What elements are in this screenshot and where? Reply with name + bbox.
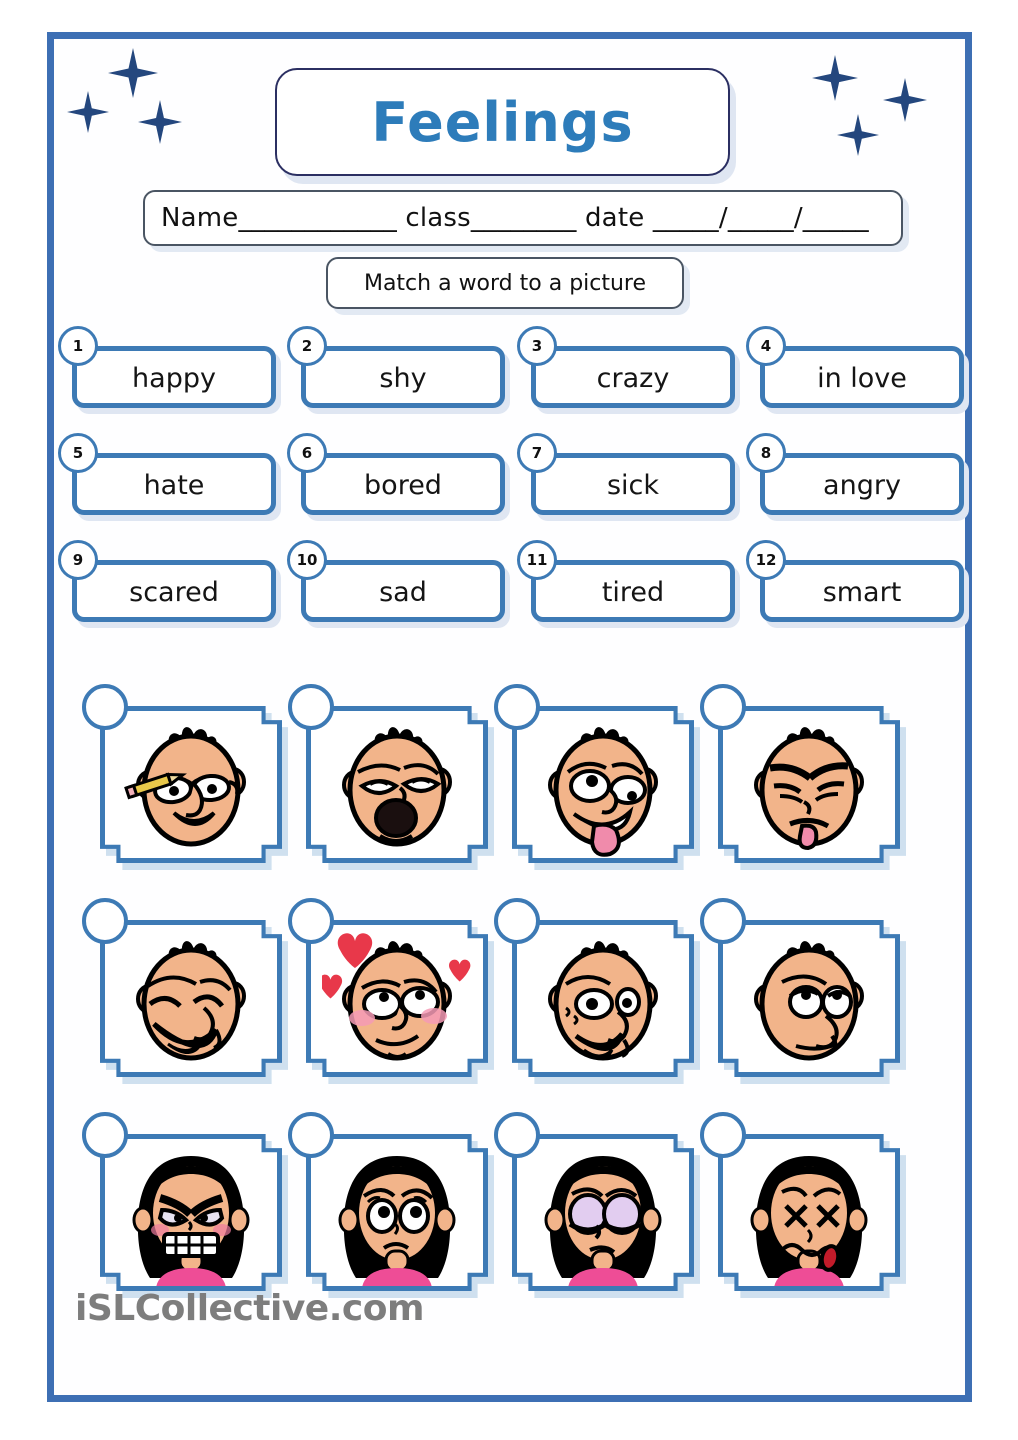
- face-inlove-icon: [311, 925, 483, 1072]
- answer-circle[interactable]: [82, 1112, 128, 1158]
- picture-card-frame: [100, 706, 282, 863]
- picture-card-frame: [718, 1134, 900, 1291]
- answer-circle[interactable]: [288, 1112, 334, 1158]
- answer-circle[interactable]: [494, 1112, 540, 1158]
- site-watermark: iSLCollective.com: [75, 1288, 425, 1329]
- picture-card-frame: [512, 1134, 694, 1291]
- picture-card-frame: [512, 706, 694, 863]
- picture-card-frame: [100, 920, 282, 1077]
- word-number-badge: 12: [746, 540, 786, 580]
- picture-card-fill: [723, 1139, 895, 1286]
- picture-card-fill: [723, 925, 895, 1072]
- face-shy-icon: [517, 925, 689, 1072]
- face-hate-icon: [723, 711, 895, 858]
- answer-circle[interactable]: [700, 1112, 746, 1158]
- face-bored-icon: [723, 925, 895, 1072]
- face-tired-icon: [311, 711, 483, 858]
- picture-card-fill: [517, 1139, 689, 1286]
- picture-card[interactable]: [494, 1112, 700, 1298]
- face-smart-icon: [105, 711, 277, 858]
- picture-card-frame: [306, 1134, 488, 1291]
- worksheet-page: Feelings Name____________ class________ …: [0, 0, 1018, 1440]
- answer-circle[interactable]: [494, 898, 540, 944]
- picture-card-frame: [306, 706, 488, 863]
- answer-circle[interactable]: [82, 684, 128, 730]
- answer-circle[interactable]: [288, 898, 334, 944]
- picture-card[interactable]: [288, 684, 494, 870]
- picture-card-fill: [517, 711, 689, 858]
- answer-circle[interactable]: [700, 684, 746, 730]
- picture-card[interactable]: [700, 684, 906, 870]
- face-sad-icon: [311, 1139, 483, 1286]
- picture-card-frame: [718, 920, 900, 1077]
- word-number-badge: 11: [517, 540, 557, 580]
- word-number-badge: 1: [58, 326, 98, 366]
- word-number-badge: 8: [746, 433, 786, 473]
- picture-card-fill: [105, 925, 277, 1072]
- answer-circle[interactable]: [82, 898, 128, 944]
- face-angry-icon: [105, 1139, 277, 1286]
- face-sick-icon: [723, 1139, 895, 1286]
- word-number-badge: 10: [287, 540, 327, 580]
- picture-card[interactable]: [82, 1112, 288, 1298]
- picture-grid: [0, 0, 1018, 1440]
- picture-card[interactable]: [82, 684, 288, 870]
- face-scared-icon: [517, 1139, 689, 1286]
- word-number-badge: 7: [517, 433, 557, 473]
- picture-card[interactable]: [288, 1112, 494, 1298]
- picture-card-fill: [517, 925, 689, 1072]
- picture-card-fill: [105, 1139, 277, 1286]
- word-number-badge: 5: [58, 433, 98, 473]
- picture-card[interactable]: [82, 898, 288, 1084]
- picture-card-fill: [311, 711, 483, 858]
- face-crazy-icon: [517, 711, 689, 858]
- answer-circle[interactable]: [494, 684, 540, 730]
- word-number-badge: 6: [287, 433, 327, 473]
- picture-card-fill: [311, 1139, 483, 1286]
- word-number-badge: 4: [746, 326, 786, 366]
- word-number-badge: 3: [517, 326, 557, 366]
- picture-card-frame: [718, 706, 900, 863]
- picture-card-frame: [100, 1134, 282, 1291]
- picture-card[interactable]: [494, 684, 700, 870]
- picture-card-frame: [306, 920, 488, 1077]
- picture-card[interactable]: [700, 1112, 906, 1298]
- picture-card-frame: [512, 920, 694, 1077]
- picture-card-fill: [723, 711, 895, 858]
- picture-card[interactable]: [700, 898, 906, 1084]
- word-number-badge: 9: [58, 540, 98, 580]
- word-number-badge: 2: [287, 326, 327, 366]
- picture-card[interactable]: [288, 898, 494, 1084]
- face-happy-icon: [105, 925, 277, 1072]
- picture-card-fill: [105, 711, 277, 858]
- answer-circle[interactable]: [700, 898, 746, 944]
- picture-card-fill: [311, 925, 483, 1072]
- answer-circle[interactable]: [288, 684, 334, 730]
- picture-card[interactable]: [494, 898, 700, 1084]
